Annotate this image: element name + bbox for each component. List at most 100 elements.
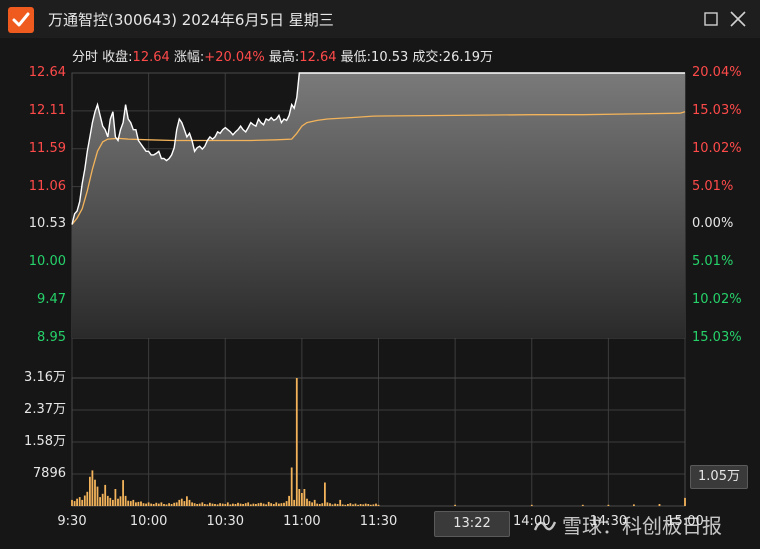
volume-bar	[206, 504, 209, 506]
volume-bar	[321, 503, 324, 506]
volume-bar	[354, 503, 357, 506]
volume-bar	[364, 503, 367, 506]
volume-bar	[203, 504, 206, 506]
volume-bar	[377, 504, 380, 506]
price-tick-label: 10.00	[28, 254, 66, 270]
volume-bar	[357, 504, 359, 506]
volume-bar	[369, 504, 372, 506]
percent-tick-label: 10.02%	[692, 140, 742, 156]
volume-bar	[247, 502, 250, 506]
volume-bar	[265, 504, 267, 506]
volume-bar	[150, 503, 153, 506]
volume-bar	[226, 502, 229, 506]
volume-tick-label: 2.37万	[24, 402, 66, 417]
time-tick-label: 11:30	[359, 514, 398, 529]
volume-bar	[313, 499, 316, 506]
volume-bar	[221, 503, 224, 506]
volume-bar	[168, 503, 170, 506]
volume-bar	[178, 499, 181, 506]
volume-bar	[73, 501, 76, 506]
volume-bar	[336, 504, 339, 506]
volume-bar	[237, 502, 239, 506]
volume-bar	[81, 499, 84, 506]
volume-bar	[201, 502, 204, 506]
volume-bar	[367, 504, 370, 506]
volume-bar	[106, 495, 109, 506]
volume-bar	[334, 503, 336, 506]
percent-tick-label: 5.01%	[692, 254, 734, 270]
volume-bar	[96, 486, 99, 506]
volume-bar	[99, 497, 101, 506]
volume-bar	[101, 493, 104, 506]
price-tick-label: 9.47	[37, 292, 66, 308]
volume-bar	[76, 498, 78, 506]
volume-bar	[347, 504, 349, 506]
volume-bar	[275, 502, 278, 506]
price-tick-label: 12.64	[28, 65, 66, 80]
volume-bar	[262, 503, 265, 506]
volume-bar	[119, 496, 122, 506]
volume-tick-label: 1.58万	[24, 434, 66, 449]
volume-bar	[224, 504, 227, 506]
price-area-fill	[72, 73, 685, 338]
volume-bar	[344, 504, 347, 506]
volume-bar	[318, 504, 321, 506]
volume-bar	[219, 503, 221, 506]
volume-bar	[352, 504, 354, 506]
volume-bar	[341, 504, 344, 506]
volume-marker: 1.05万	[690, 465, 748, 489]
volume-bar	[272, 504, 275, 506]
time-tick-label: 10:30	[206, 514, 244, 529]
volume-bar	[109, 497, 112, 506]
volume-bar	[211, 503, 214, 506]
volume-bar	[339, 499, 342, 506]
volume-bar	[249, 504, 252, 506]
volume-bar	[170, 504, 173, 506]
volume-bar	[349, 503, 352, 506]
volume-bar	[196, 504, 199, 506]
volume-bar	[112, 499, 114, 506]
volume-bar	[581, 504, 584, 506]
volume-bar	[147, 502, 150, 506]
volume-bar	[280, 503, 283, 506]
volume-bar	[122, 480, 124, 506]
volume-bar	[267, 501, 270, 506]
volume-bar	[117, 498, 119, 506]
volume-bar	[290, 467, 293, 506]
volume-bar	[301, 493, 303, 506]
time-tick-label: 10:00	[129, 514, 168, 529]
volume-bar	[127, 500, 130, 506]
volume-bar	[183, 501, 186, 506]
volume-bar	[607, 504, 610, 506]
price-tick-label: 10.53	[28, 216, 66, 232]
volume-bar	[257, 503, 260, 506]
volume-bar	[260, 502, 262, 506]
volume-bar	[175, 502, 178, 506]
volume-bar	[191, 502, 193, 506]
volume-bar	[270, 503, 273, 506]
volume-bar	[308, 501, 311, 506]
volume-bar	[216, 504, 219, 506]
volume-bar	[137, 501, 140, 506]
percent-tick-label: 5.01%	[692, 178, 734, 194]
volume-bar	[372, 504, 375, 506]
volume-bar	[209, 502, 211, 506]
volume-bar	[232, 503, 234, 506]
volume-bar	[186, 496, 188, 506]
volume-bar	[255, 504, 257, 506]
volume-bar	[188, 499, 191, 506]
volume-bar	[71, 499, 73, 506]
volume-bar	[326, 502, 329, 506]
price-tick-label: 8.95	[37, 330, 66, 345]
volume-bar	[244, 503, 247, 506]
intraday-chart[interactable]	[0, 0, 760, 549]
volume-bar	[316, 503, 319, 506]
price-tick-label: 12.11	[28, 102, 66, 118]
volume-bar	[83, 495, 86, 506]
volume-bar	[198, 503, 201, 506]
volume-tick-label: 7896	[32, 466, 66, 481]
volume-bar	[242, 504, 244, 506]
volume-bar	[229, 504, 232, 506]
volume-bar	[362, 504, 365, 506]
volume-bar	[114, 489, 117, 506]
